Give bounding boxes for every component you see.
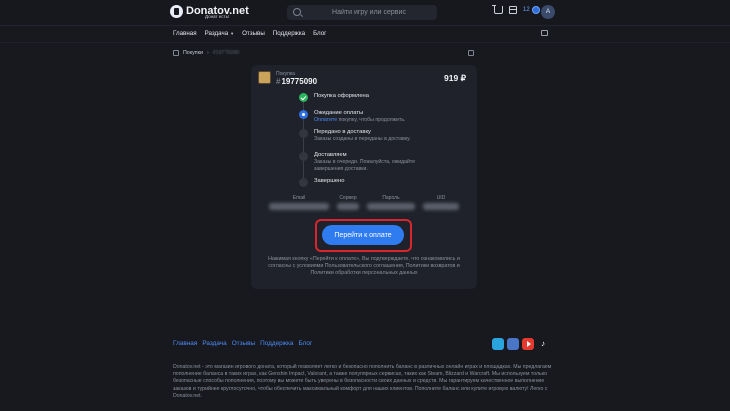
breadcrumb-separator: › bbox=[206, 50, 209, 56]
field-label: Email bbox=[292, 195, 306, 201]
search-input[interactable] bbox=[305, 5, 433, 20]
order-number: #19775090 bbox=[276, 77, 317, 86]
nav-item-home[interactable]: Главная bbox=[173, 30, 197, 37]
header-actions: 12 bbox=[492, 5, 540, 14]
telegram-icon[interactable] bbox=[492, 338, 504, 350]
youtube-icon[interactable] bbox=[522, 338, 534, 350]
pay-link[interactable]: Оплатите bbox=[314, 117, 337, 123]
breadcrumb-purchases[interactable]: Покупки bbox=[183, 50, 203, 56]
pay-button[interactable]: Перейти к оплате bbox=[322, 225, 404, 245]
logo-subtitle: Донат есть! bbox=[205, 14, 230, 19]
copy-icon[interactable] bbox=[468, 50, 474, 56]
step-desc-text: покупку, чтобы продолжить. bbox=[337, 117, 406, 123]
step-title: Ожидание оплаты bbox=[314, 110, 364, 116]
agreement-note: Нажимая кнопку «Перейти к оплате», Вы по… bbox=[268, 256, 460, 276]
order-number-value: 19775090 bbox=[281, 77, 318, 86]
pending-step-icon bbox=[299, 178, 308, 187]
active-step-icon bbox=[299, 110, 308, 119]
vk-icon[interactable] bbox=[507, 338, 519, 350]
edit-icon[interactable] bbox=[541, 30, 548, 36]
step-desc: Оплатите покупку, чтобы продолжить. bbox=[314, 117, 444, 124]
product-thumbnail bbox=[258, 71, 271, 84]
search-bar[interactable] bbox=[287, 5, 437, 20]
footer-about: Donatov.net - это магазин игрового донат… bbox=[173, 364, 552, 399]
nav-item-support[interactable]: Поддержка bbox=[273, 30, 305, 37]
footer-nav: Главная Раздача Отзывы Поддержка Блог bbox=[173, 340, 312, 347]
field-value-blurred bbox=[337, 203, 359, 210]
avatar[interactable]: A bbox=[541, 5, 555, 19]
step-desc: Заказы в очереди. Пожалуйста, ожидайте з… bbox=[314, 159, 416, 172]
nav-item-blog[interactable]: Блог bbox=[313, 30, 326, 37]
coin-icon bbox=[531, 6, 540, 14]
order-fields: Email Сервер Пароль UID bbox=[269, 195, 459, 210]
tiktok-icon[interactable]: ♪ bbox=[537, 338, 549, 350]
step-title: Доставляем bbox=[314, 152, 347, 158]
cart-icon[interactable] bbox=[492, 5, 503, 14]
main-nav: Главная Раздача ▼ Отзывы Поддержка Блог bbox=[173, 30, 326, 37]
pending-step-icon bbox=[299, 129, 308, 138]
order-price: 919 ₽ bbox=[444, 73, 466, 83]
field-server: Сервер bbox=[337, 195, 359, 210]
logo-icon bbox=[170, 5, 183, 18]
search-icon bbox=[293, 8, 301, 16]
balance-value: 12 bbox=[523, 7, 530, 13]
footer-link-blog[interactable]: Блог bbox=[298, 340, 312, 347]
step-title: Передано в доставку bbox=[314, 129, 371, 135]
footer-link-giveaway[interactable]: Раздача bbox=[202, 340, 226, 347]
home-icon[interactable] bbox=[173, 50, 179, 56]
footer-link-reviews[interactable]: Отзывы bbox=[232, 340, 255, 347]
field-password: Пароль bbox=[367, 195, 415, 210]
field-email: Email bbox=[269, 195, 329, 210]
footer-link-home[interactable]: Главная bbox=[173, 340, 197, 347]
breadcrumb: Покупки › #19775090 bbox=[173, 50, 239, 56]
chevron-down-icon: ▼ bbox=[230, 31, 235, 36]
field-label: Сервер bbox=[339, 195, 357, 201]
nav-item-label: Раздача bbox=[204, 30, 229, 37]
step-desc: Заказы созданы и переданы в доставку. bbox=[314, 136, 411, 142]
field-value-blurred bbox=[367, 203, 415, 210]
pending-step-icon bbox=[299, 152, 308, 161]
field-label: UID bbox=[436, 195, 446, 201]
step-title: Завершено bbox=[314, 178, 345, 184]
social-links: ♪ bbox=[492, 338, 549, 350]
balance[interactable]: 12 bbox=[523, 6, 540, 14]
check-icon bbox=[299, 93, 308, 102]
nav-item-giveaway[interactable]: Раздача ▼ bbox=[205, 30, 235, 37]
field-uid: UID bbox=[423, 195, 459, 210]
step-title: Покупка оформлена bbox=[314, 93, 369, 99]
field-label: Пароль bbox=[382, 195, 400, 201]
nav-item-reviews[interactable]: Отзывы bbox=[242, 30, 265, 37]
header: Donatov.net Донат есть! 12 A bbox=[0, 0, 730, 26]
field-value-blurred bbox=[423, 203, 459, 210]
orders-icon[interactable] bbox=[509, 6, 517, 14]
breadcrumb-order: #19775090 bbox=[212, 50, 240, 56]
field-value-blurred bbox=[269, 203, 329, 210]
footer-link-support[interactable]: Поддержка bbox=[260, 340, 293, 347]
order-hash: # bbox=[276, 77, 281, 86]
divider bbox=[0, 42, 730, 43]
